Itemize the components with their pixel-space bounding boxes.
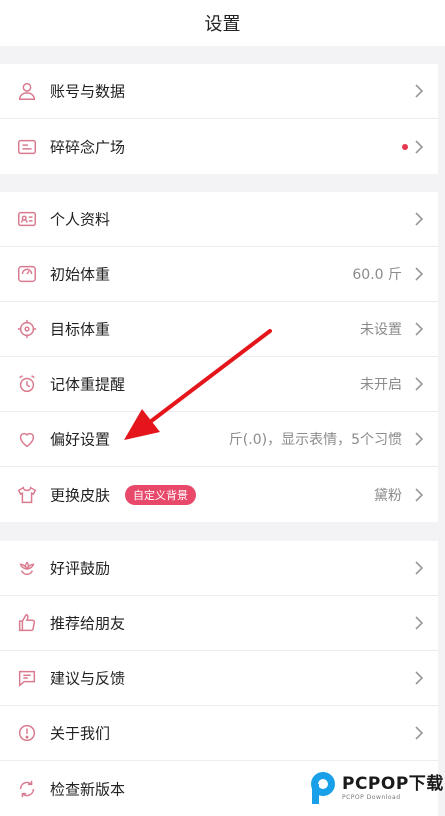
refresh-icon	[16, 778, 38, 800]
settings-row-label: 关于我们	[50, 724, 111, 743]
settings-row-label: 更换皮肤	[50, 486, 111, 504]
settings-row-about[interactable]: 关于我们	[0, 706, 438, 761]
chat-icon	[16, 667, 38, 689]
flower-icon	[16, 557, 38, 579]
settings-row-label: 偏好设置	[50, 430, 111, 449]
settings-row-profile[interactable]: 个人资料	[0, 192, 438, 247]
chevron-right-icon	[414, 431, 424, 447]
chevron-right-icon	[414, 670, 424, 686]
target-icon	[16, 318, 38, 340]
settings-row-target-weight[interactable]: 目标体重 未设置	[0, 302, 438, 357]
settings-row-label: 目标体重	[50, 320, 111, 339]
settings-row-label: 建议与反馈	[50, 669, 126, 688]
alarm-clock-icon	[16, 373, 38, 395]
settings-row-value: 未设置	[360, 322, 402, 338]
tshirt-icon	[16, 484, 38, 506]
chevron-right-icon	[414, 321, 424, 337]
settings-row-value: 未开启	[360, 377, 402, 393]
settings-row-value: 60.0 斤	[352, 267, 402, 283]
heart-icon	[16, 428, 38, 450]
user-icon	[16, 80, 38, 102]
settings-row-feedback[interactable]: 建议与反馈	[0, 651, 438, 706]
scale-icon	[16, 263, 38, 285]
settings-row-value: 斤(.0)，显示表情，5个习惯	[228, 432, 402, 448]
watermark-subtext: PCPOP Download	[342, 793, 401, 801]
watermark: PCPOP下载 PCPOP Download	[308, 768, 445, 808]
custom-background-badge[interactable]: 自定义背景	[125, 484, 196, 505]
chevron-right-icon	[414, 266, 424, 282]
settings-row-label: 记体重提醒	[50, 375, 126, 394]
settings-row-label: 检查新版本	[50, 780, 126, 798]
settings-row-label: 推荐给朋友	[50, 614, 126, 633]
pcpop-logo-icon	[311, 772, 335, 804]
settings-row-message-board[interactable]: 碎碎念广场	[0, 119, 438, 174]
settings-row-label: 初始体重	[50, 265, 111, 284]
settings-row-weight-reminder[interactable]: 记体重提醒 未开启	[0, 357, 438, 412]
settings-row-account-data[interactable]: 账号与数据	[0, 64, 438, 119]
chevron-right-icon	[414, 487, 424, 503]
chevron-right-icon	[414, 560, 424, 576]
settings-row-label: 碎碎念广场	[50, 138, 126, 156]
settings-row-label: 个人资料	[50, 210, 111, 229]
thumbs-up-icon	[16, 612, 38, 634]
settings-row-rate-app[interactable]: 好评鼓励	[0, 541, 438, 596]
settings-group-account: 账号与数据 碎碎念广场	[0, 64, 438, 174]
page-title: 设置	[204, 14, 241, 35]
settings-row-recommend[interactable]: 推荐给朋友	[0, 596, 438, 651]
chevron-right-icon	[414, 725, 424, 741]
settings-row-change-skin[interactable]: 更换皮肤 自定义背景 黛粉	[0, 467, 438, 522]
settings-row-preferences[interactable]: 偏好设置 斤(.0)，显示表情，5个习惯	[0, 412, 438, 467]
id-card-icon	[16, 208, 38, 230]
notification-dot	[402, 143, 408, 150]
settings-row-label: 账号与数据	[50, 82, 126, 101]
watermark-text: PCPOP下载	[342, 773, 444, 794]
settings-row-label: 好评鼓励	[50, 559, 111, 578]
chevron-right-icon	[414, 211, 424, 227]
info-icon	[16, 722, 38, 744]
scrollbar[interactable]	[438, 46, 445, 813]
settings-group-profile: 个人资料 初始体重 60.0 斤 目标体重 未设置 记体重提醒 未开启 偏好设置…	[0, 192, 438, 522]
chevron-right-icon	[414, 376, 424, 392]
message-board-icon	[16, 136, 38, 158]
settings-row-value: 黛粉	[374, 487, 402, 504]
settings-row-initial-weight[interactable]: 初始体重 60.0 斤	[0, 247, 438, 302]
chevron-right-icon	[414, 615, 424, 631]
chevron-right-icon	[414, 139, 424, 155]
chevron-right-icon	[414, 83, 424, 99]
top-bar: 设置	[0, 0, 445, 46]
